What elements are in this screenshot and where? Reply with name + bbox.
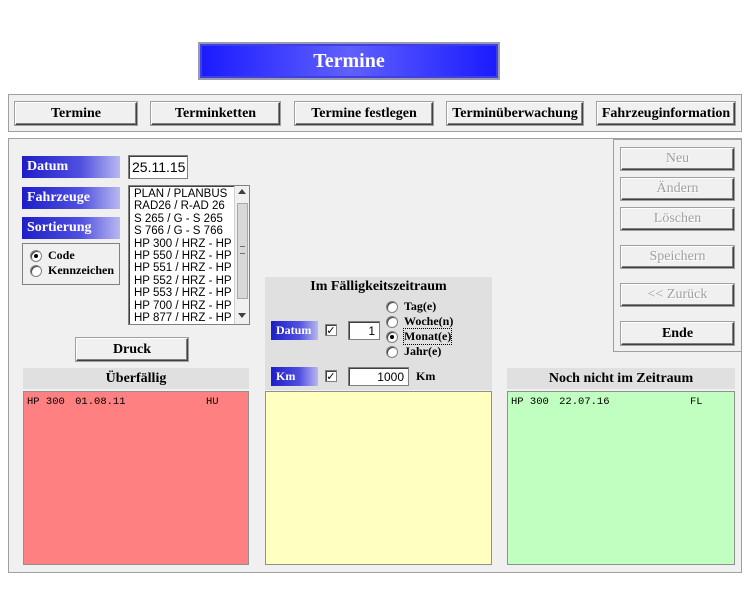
list-item[interactable]: S 766 / G - S 766: [129, 225, 249, 237]
sort-code-radio[interactable]: [30, 249, 42, 262]
zeitraum-title: Im Fälligkeitszeitraum: [310, 279, 447, 294]
list-item[interactable]: PLAN / PLANBUS: [129, 188, 249, 200]
fahrzeuge-label: Fahrzeuge: [22, 187, 120, 209]
row-vehicle: HP 300: [27, 396, 65, 408]
unit-monat-radio[interactable]: [386, 330, 398, 343]
sort-code-option[interactable]: Code: [30, 248, 75, 263]
unit-jahr-label: Jahr(e): [404, 344, 442, 358]
zeitraum-datum-checkbox[interactable]: ✓: [325, 324, 337, 336]
zeitraum-datum-field[interactable]: 1: [348, 321, 380, 340]
nav-terminueberwachung-label: Terminüberwachung: [452, 105, 578, 121]
checkmark-icon: ✓: [326, 323, 336, 337]
scroll-down-icon[interactable]: [238, 313, 246, 318]
unit-tag-label: Tag(e): [404, 299, 437, 313]
unit-jahr-option[interactable]: Jahr(e): [386, 344, 441, 359]
list-item[interactable]: HP 550 / HRZ - HP 55: [129, 250, 249, 262]
unit-tag-radio[interactable]: [386, 300, 398, 313]
zurueck-button[interactable]: << Zurück: [621, 284, 734, 306]
zeitraum-km-label: Km: [271, 367, 318, 386]
checkmark-icon: ✓: [326, 369, 336, 383]
datum-label: Datum: [22, 156, 120, 178]
sort-kennzeichen-radio[interactable]: [30, 264, 42, 277]
list-item[interactable]: HP 551 / HRZ - HP 55: [129, 262, 249, 274]
zeitraum-km-value: 1000: [377, 370, 404, 384]
zeitraum-datum-label: Datum: [271, 321, 318, 340]
scroll-up-icon[interactable]: [238, 189, 246, 194]
ende-label: Ende: [661, 325, 694, 341]
loeschen-label: Löschen: [653, 211, 702, 226]
unit-tag-option[interactable]: Tag(e): [386, 299, 436, 314]
unit-monat-label: Monat(e): [402, 328, 453, 345]
row-code: HU: [206, 396, 219, 408]
vehicle-list[interactable]: PLAN / PLANBUS RAD26 / R-AD 26 S 265 / G…: [128, 185, 250, 325]
list-item[interactable]: HP 552 / HRZ - HP 55: [129, 275, 249, 287]
nav-fahrzeuginformation-button[interactable]: Fahrzeuginformation: [597, 102, 735, 125]
druck-button[interactable]: Druck: [76, 338, 188, 361]
list-item[interactable]: HP 553 / HRZ - HP 55: [129, 287, 249, 299]
speichern-button[interactable]: Speichern: [621, 246, 734, 268]
zeitraum-km-checkbox[interactable]: ✓: [325, 370, 337, 382]
grip-icon: [240, 246, 245, 254]
row-date: 22.07.16: [559, 396, 610, 408]
loeschen-button[interactable]: Löschen: [621, 208, 734, 230]
sort-kennzeichen-option[interactable]: Kennzeichen: [30, 263, 114, 278]
table-row[interactable]: HP 300 01.08.11 HU: [27, 396, 247, 408]
list-item[interactable]: RAD26 / R-AD 26: [129, 200, 249, 212]
list-item[interactable]: HP 300 / HRZ - HP 30: [129, 238, 249, 250]
unit-woche-label: Woche(n): [404, 314, 454, 328]
page-title: Termine: [198, 42, 500, 80]
nav-termine-button[interactable]: Termine: [15, 102, 137, 125]
speichern-label: Speichern: [649, 249, 706, 264]
datum-field[interactable]: 25.11.15: [128, 155, 188, 179]
neu-label: Neu: [665, 151, 690, 166]
notyet-list[interactable]: HP 300 22.07.16 FL: [507, 391, 735, 565]
zeitraum-km-field[interactable]: 1000: [348, 367, 409, 386]
nav-fahrzeuginformation-label: Fahrzeuginformation: [601, 105, 731, 121]
nav-terminueberwachung-button[interactable]: Terminüberwachung: [447, 102, 583, 125]
due-list[interactable]: [265, 391, 492, 565]
unit-woche-radio[interactable]: [386, 315, 398, 328]
vehicle-list-scrollbar[interactable]: [234, 186, 249, 324]
aendern-label: Ändern: [656, 181, 699, 196]
row-vehicle: HP 300: [511, 396, 549, 408]
nav-termine-label: Termine: [50, 105, 102, 121]
scroll-thumb[interactable]: [237, 203, 248, 299]
list-item[interactable]: HP 877 / HRZ - HP 87: [129, 312, 249, 324]
ende-button[interactable]: Ende: [621, 322, 734, 345]
zurueck-label: << Zurück: [647, 287, 708, 302]
notyet-header: Noch nicht im Zeitraum: [507, 368, 735, 389]
row-date: 01.08.11: [75, 396, 126, 408]
table-row[interactable]: HP 300 22.07.16 FL: [511, 396, 731, 408]
unit-woche-option[interactable]: Woche(n): [386, 314, 453, 329]
sortierung-label: Sortierung: [22, 217, 120, 239]
sort-kennzeichen-label: Kennzeichen: [48, 263, 114, 277]
list-item[interactable]: HP 700 / HRZ - HP 70: [129, 300, 249, 312]
overdue-list[interactable]: HP 300 01.08.11 HU: [23, 391, 249, 565]
nav-termine-festlegen-label: Termine festlegen: [311, 105, 417, 121]
datum-value: 25.11.15: [132, 159, 186, 175]
druck-label: Druck: [112, 341, 152, 357]
unit-jahr-radio[interactable]: [386, 345, 398, 358]
nav-terminketten-label: Terminketten: [174, 105, 257, 121]
list-item[interactable]: S 265 / G - S 265: [129, 213, 249, 225]
zeitraum-km-unit: Km: [416, 369, 436, 383]
nav-terminketten-button[interactable]: Terminketten: [151, 102, 280, 125]
row-code: FL: [690, 396, 703, 408]
nav-termine-festlegen-button[interactable]: Termine festlegen: [295, 102, 433, 125]
sort-code-label: Code: [48, 248, 75, 262]
aendern-button[interactable]: Ändern: [621, 178, 734, 200]
zeitraum-datum-value: 1: [368, 324, 375, 338]
overdue-header: Überfällig: [23, 368, 249, 389]
sort-options-box: Code Kennzeichen: [22, 243, 120, 285]
unit-monat-option[interactable]: Monat(e): [386, 328, 453, 345]
neu-button[interactable]: Neu: [621, 148, 734, 170]
